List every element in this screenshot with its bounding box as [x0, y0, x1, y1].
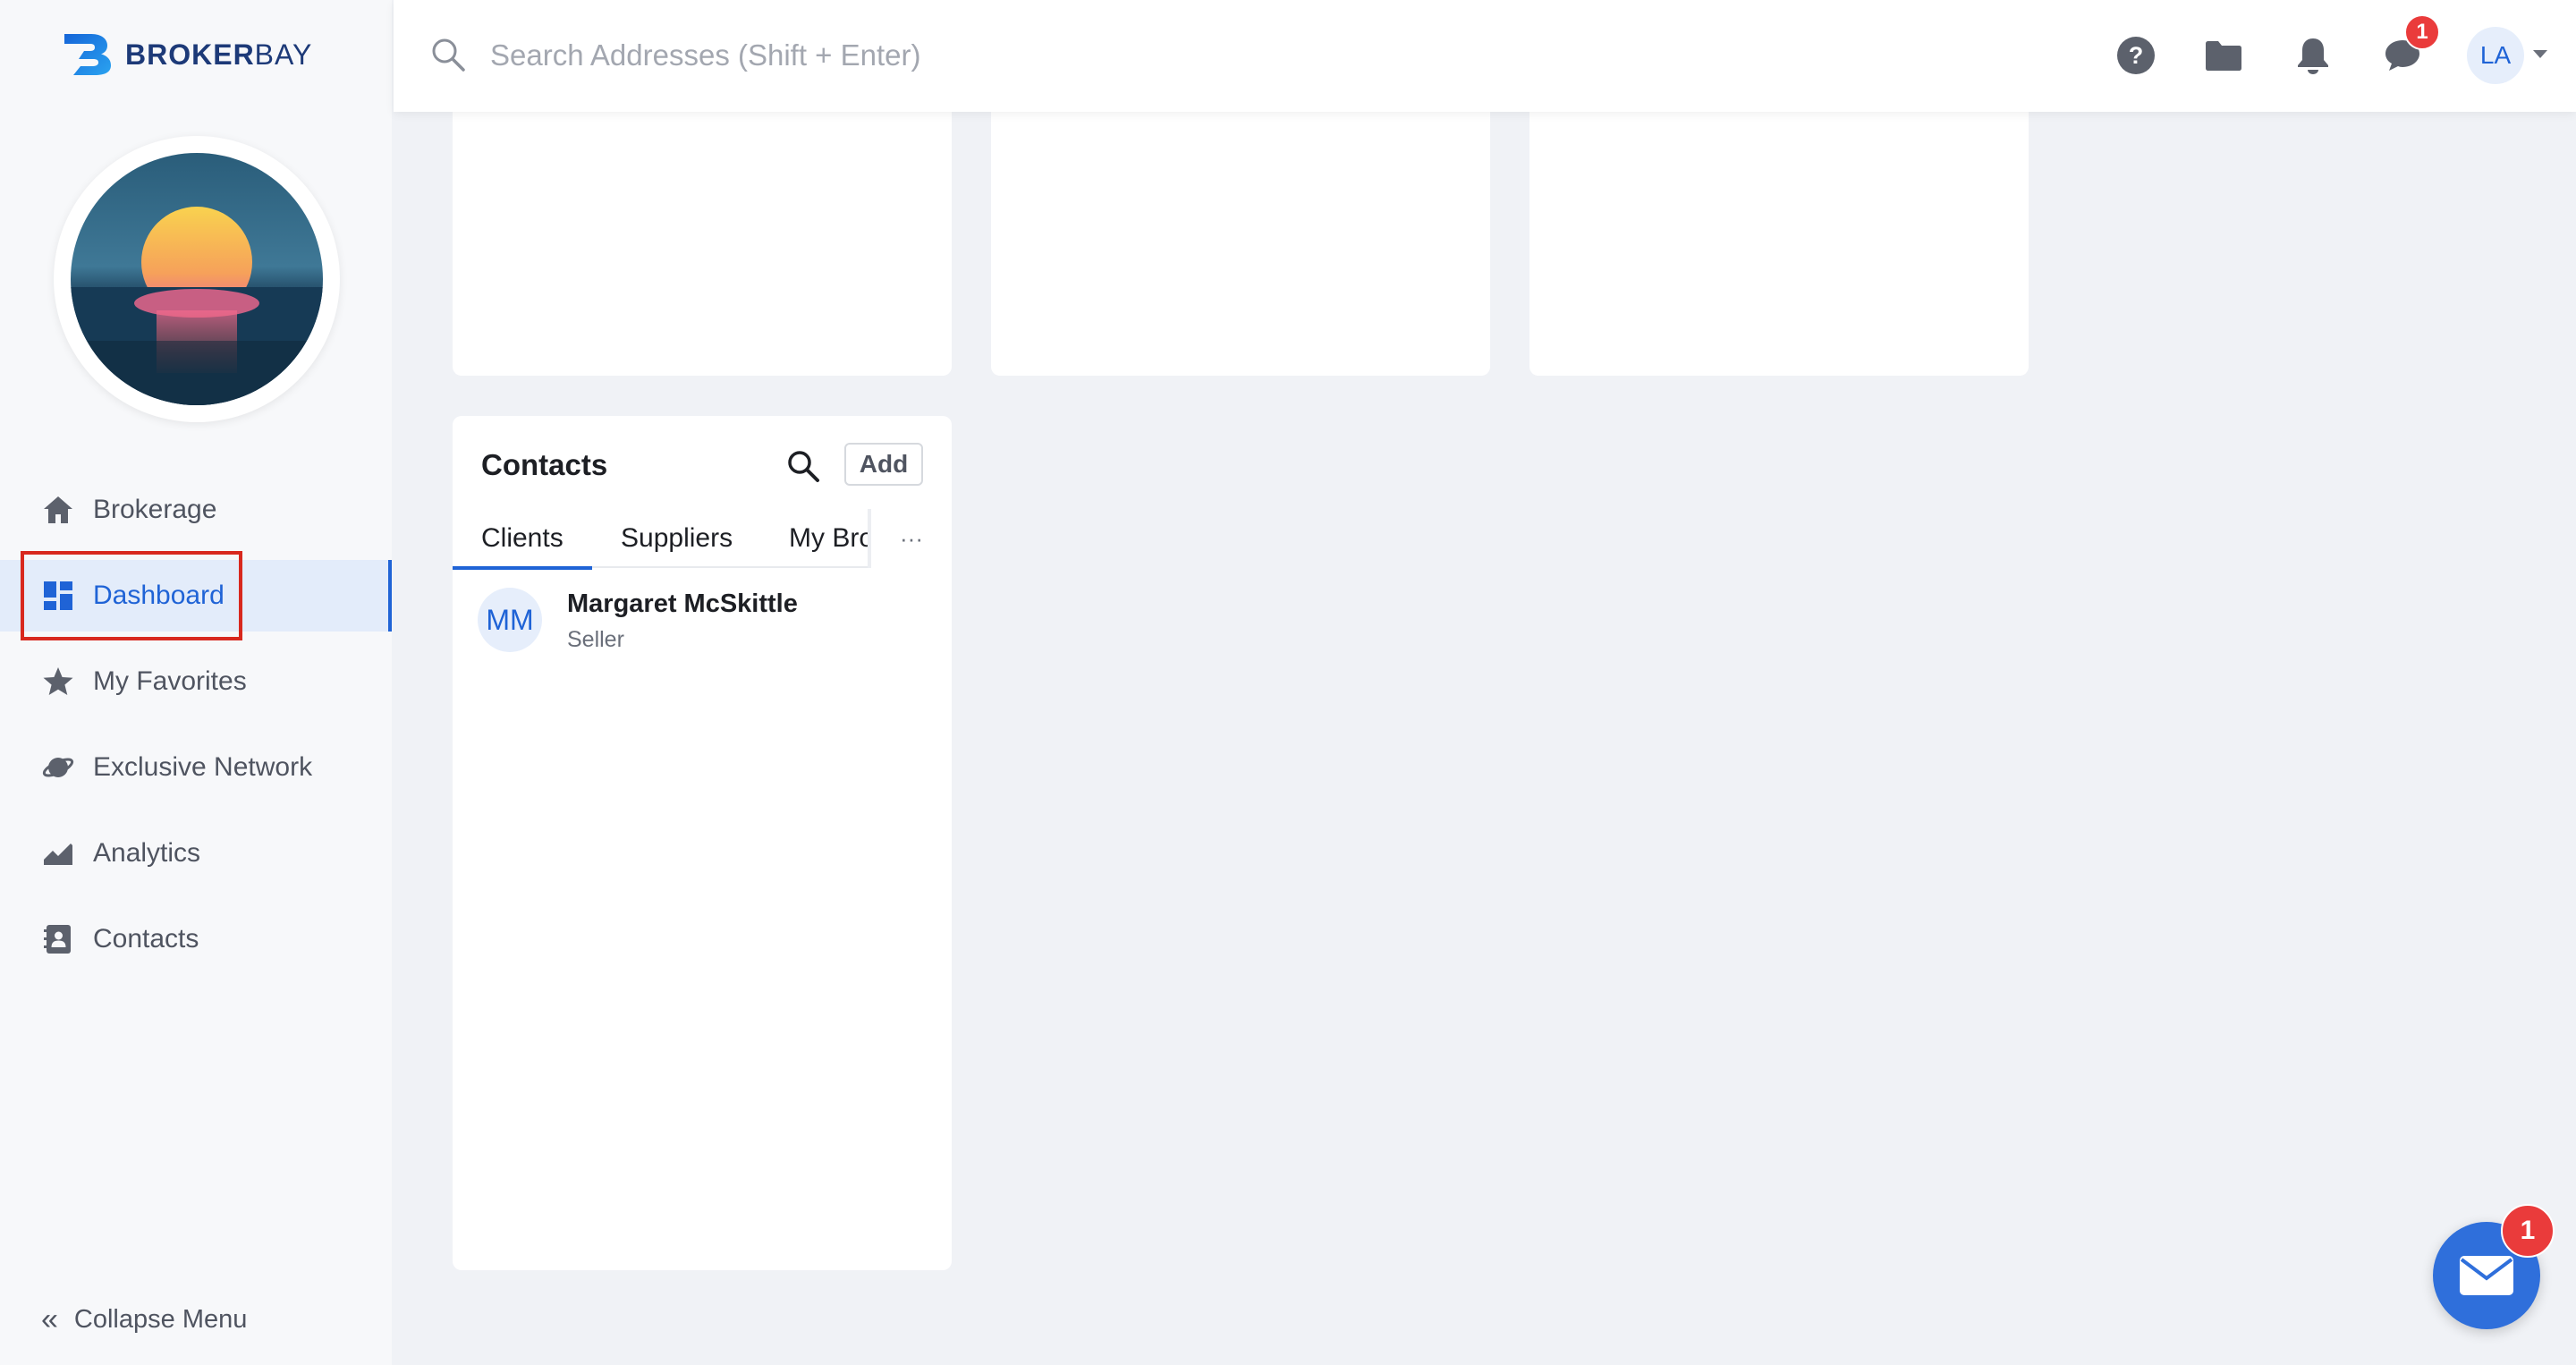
user-avatar[interactable]: LA	[2467, 27, 2524, 84]
sidebar-item-my-favorites[interactable]: My Favorites	[0, 646, 392, 717]
tab-my-brokerage[interactable]: My Bro	[789, 509, 868, 568]
sidebar-item-contacts[interactable]: Contacts	[0, 903, 392, 975]
collapse-menu-label: Collapse Menu	[73, 1305, 248, 1334]
sidebar-item-label: Brokerage	[93, 495, 217, 524]
dashboard-widget	[453, 89, 952, 376]
star-icon	[41, 665, 75, 699]
messages-badge: 1	[2404, 14, 2440, 50]
contact-avatar: MM	[478, 588, 542, 652]
double-chevron-left-icon: «	[41, 1302, 58, 1336]
svg-text:?: ?	[2129, 42, 2144, 69]
add-contact-button[interactable]: Add	[844, 443, 923, 486]
envelope-icon	[2460, 1256, 2513, 1295]
contact-role: Seller	[567, 627, 624, 652]
sidebar-item-brokerage[interactable]: Brokerage	[0, 474, 392, 546]
help-icon[interactable]: ?	[2114, 34, 2157, 77]
address-search-input[interactable]	[490, 27, 1295, 84]
folder-icon[interactable]	[2202, 34, 2245, 77]
sidebar-nav: Brokerage Dashboard My Favorites Exclusi…	[0, 474, 392, 989]
dashboard-widget	[1530, 89, 2029, 376]
home-icon	[41, 493, 75, 527]
contacts-search-icon[interactable]	[785, 448, 821, 484]
chevron-down-icon[interactable]	[2533, 50, 2547, 58]
planet-icon	[41, 750, 75, 784]
contacts-widget: Contacts Add Clients Suppliers My Bro ··…	[453, 416, 952, 1270]
contact-book-icon	[41, 922, 75, 956]
sidebar-item-label: Exclusive Network	[93, 752, 313, 782]
sidebar-item-analytics[interactable]: Analytics	[0, 818, 392, 889]
sidebar: BROKERBAY Brokerage Dashboard My Favorit…	[0, 0, 392, 1365]
brand-logo[interactable]: BROKERBAY	[61, 32, 312, 77]
search-icon	[429, 36, 467, 73]
top-header: ? 1 LA	[394, 0, 2576, 112]
brand-logo-icon	[64, 34, 111, 75]
bell-icon[interactable]	[2292, 34, 2334, 77]
profile-photo	[71, 153, 323, 405]
contact-list-item[interactable]: MM Margaret McSkittle Seller	[453, 570, 952, 659]
profile-avatar[interactable]	[54, 136, 340, 422]
contacts-tabs: Clients Suppliers My Bro ···	[453, 509, 952, 570]
dashboard-icon	[41, 579, 75, 613]
sidebar-item-label: Contacts	[93, 924, 199, 954]
more-tabs-button[interactable]: ···	[868, 509, 952, 568]
tab-suppliers[interactable]: Suppliers	[621, 509, 733, 568]
sidebar-item-label: My Favorites	[93, 666, 247, 696]
contacts-title: Contacts	[481, 448, 608, 481]
tab-clients[interactable]: Clients	[453, 509, 592, 570]
sidebar-item-label: Dashboard	[93, 581, 225, 610]
mail-badge: 1	[2501, 1204, 2555, 1258]
area-chart-icon	[41, 836, 75, 870]
sidebar-item-label: Analytics	[93, 838, 201, 868]
brand-name: BROKERBAY	[125, 38, 313, 71]
dashboard-widget	[991, 89, 1490, 376]
sidebar-item-exclusive-network[interactable]: Exclusive Network	[0, 732, 392, 803]
contact-name: Margaret McSkittle	[567, 589, 798, 618]
sidebar-item-dashboard[interactable]: Dashboard	[0, 560, 392, 632]
collapse-menu-button[interactable]: « Collapse Menu	[41, 1302, 247, 1337]
